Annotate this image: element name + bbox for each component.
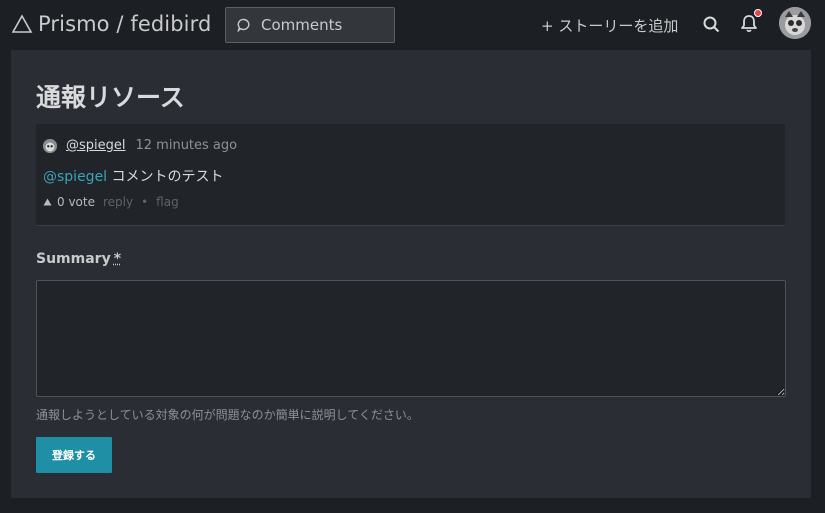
notifications-bell-icon[interactable] [740,9,762,37]
comments-search-button[interactable]: Comments [225,7,395,43]
search-button-label: Comments [261,16,343,34]
flag-link[interactable]: flag [156,195,179,209]
add-story-link[interactable]: + ストーリーを追加 [541,15,678,36]
comment-author-link[interactable]: @spiegel [66,138,126,153]
summary-label: Summary * [36,251,121,267]
reported-comment-card: @spiegel 12 minutes ago @spiegel コメントのテス… [36,124,785,226]
comment-timestamp: 12 minutes ago [135,138,238,153]
top-navbar: Prismo / fedibird Comments + ストーリーを追加 [0,0,825,50]
comment-actions: 0 vote reply • flag [43,195,179,209]
summary-label-text: Summary [36,251,111,267]
action-separator: • [141,195,149,209]
required-marker: * [113,251,122,267]
comment-body: @spiegel コメントのテスト [43,166,224,186]
brand-title: Prismo / fedibird [38,12,212,36]
comment-mention-link[interactable]: @spiegel [43,169,107,185]
speech-bubble-icon [237,18,250,32]
report-panel [11,50,811,498]
user-avatar[interactable] [779,7,811,39]
search-icon[interactable] [703,16,720,37]
brand-link[interactable]: Prismo / fedibird [11,12,211,36]
summary-hint: 通報しようとしている対象の何が問題なのか簡単に説明してください。 [36,408,419,422]
notification-dot [754,9,762,17]
upvote-arrow-icon[interactable] [43,198,52,206]
comment-author-avatar[interactable] [43,138,57,153]
summary-textarea[interactable] [36,280,786,397]
comment-meta: @spiegel 12 minutes ago [43,138,237,153]
reply-link[interactable]: reply [103,195,133,209]
page-title: 通報リソース [36,83,185,112]
comment-text: コメントのテスト [107,169,224,185]
triangle-logo-icon [11,14,33,33]
vote-count: 0 vote [57,195,95,209]
submit-button[interactable]: 登録する [36,437,112,473]
